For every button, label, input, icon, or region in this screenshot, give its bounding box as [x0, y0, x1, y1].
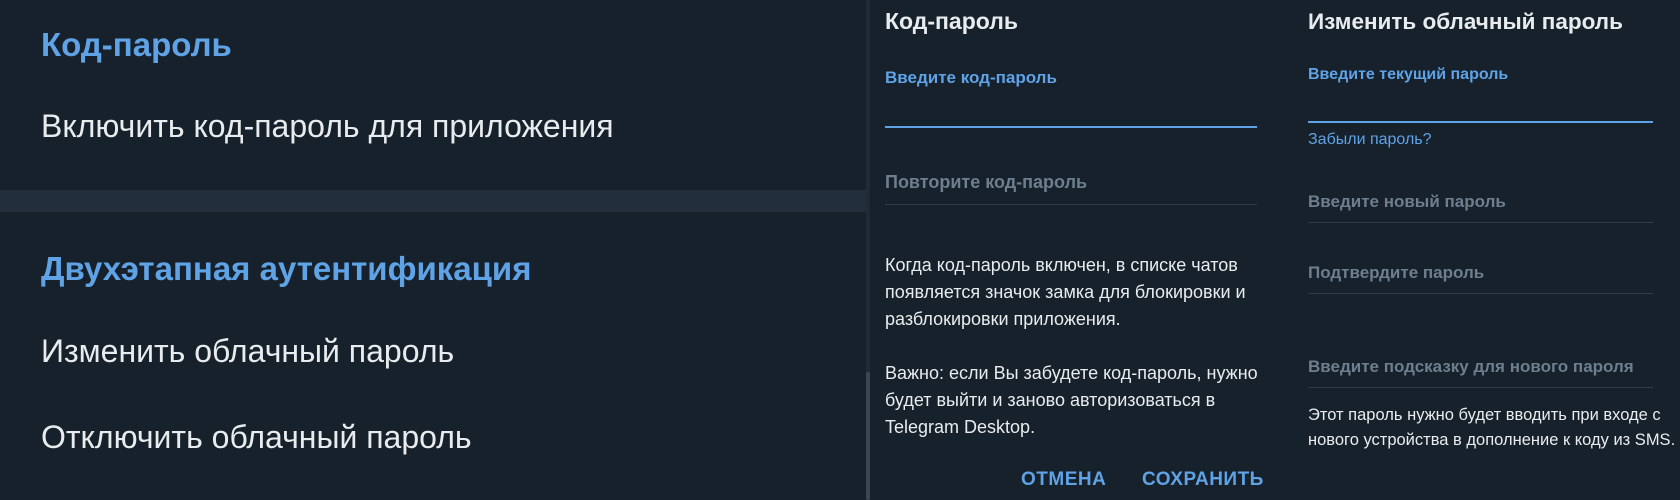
password-hint-input[interactable]: Введите подсказку для нового пароля — [1308, 357, 1634, 377]
passcode-info-paragraph-1: Когда код-пароль включен, в списке чатов… — [885, 255, 1246, 329]
enable-passcode-item[interactable]: Включить код-пароль для приложения — [41, 108, 614, 145]
privacy-settings-panel: Код-пароль Включить код-пароль для прило… — [0, 0, 866, 500]
forgot-password-link[interactable]: Забыли пароль? — [1308, 131, 1432, 149]
two-step-section-title: Двухэтапная аутентификация — [41, 250, 532, 287]
current-password-input[interactable] — [1308, 88, 1653, 120]
disable-cloud-password-item[interactable]: Отключить облачный пароль — [41, 419, 472, 456]
passcode-box: Код-пароль Введите код-пароль Повторите … — [870, 0, 1290, 500]
passcode-enter-underline — [885, 126, 1257, 128]
cloud-password-box-title: Изменить облачный пароль — [1308, 9, 1623, 34]
cancel-button[interactable]: ОТМЕНА — [1021, 469, 1106, 491]
passcode-enter-input[interactable] — [885, 92, 1257, 124]
confirm-password-underline — [1308, 293, 1653, 294]
passcode-box-title: Код-пароль — [885, 8, 1019, 34]
passcode-repeat-input[interactable]: Повторите код-пароль — [885, 172, 1087, 193]
passcode-enter-label: Введите код-пароль — [885, 68, 1057, 87]
current-password-underline — [1308, 121, 1653, 123]
save-button[interactable]: СОХРАНИТЬ — [1142, 469, 1264, 491]
new-password-input[interactable]: Введите новый пароль — [1308, 192, 1506, 212]
password-hint-underline — [1308, 387, 1653, 388]
cloud-password-box: Изменить облачный пароль Введите текущий… — [1294, 0, 1680, 500]
cloud-password-info: Этот пароль нужно будет вводить при вход… — [1308, 406, 1676, 449]
change-cloud-password-item[interactable]: Изменить облачный пароль — [41, 333, 454, 370]
current-password-label: Введите текущий пароль — [1308, 66, 1509, 83]
passcode-info-paragraph-2: Важно: если Вы забудете код-пароль, нужн… — [885, 363, 1258, 437]
passcode-repeat-underline — [885, 204, 1257, 205]
section-divider — [0, 190, 866, 212]
passcode-section-title: Код-пароль — [41, 26, 232, 63]
confirm-password-input[interactable]: Подтвердите пароль — [1308, 263, 1484, 283]
new-password-underline — [1308, 222, 1653, 223]
